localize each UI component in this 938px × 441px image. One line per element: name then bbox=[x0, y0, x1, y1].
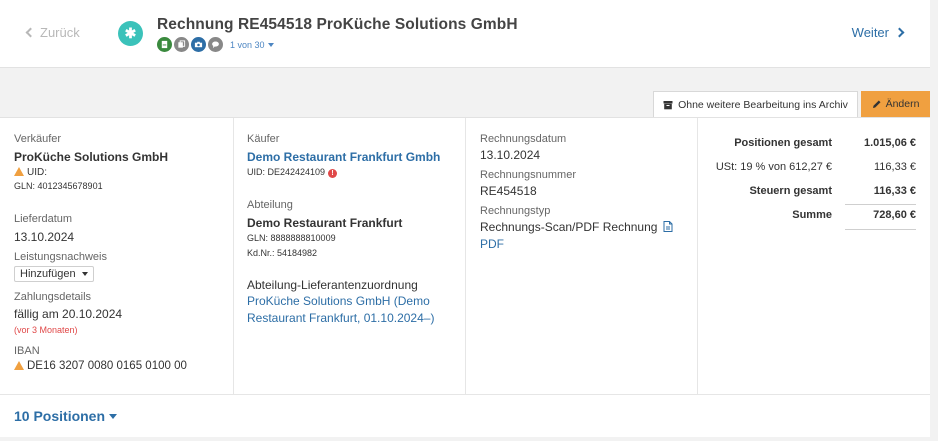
positions-total-row: Positionen gesamt 1.015,06 € bbox=[734, 137, 916, 149]
back-button[interactable]: Zurück bbox=[25, 25, 80, 40]
seller-name: ProKüche Solutions GmbH bbox=[14, 150, 169, 164]
vat-row: USt: 19 % von 612,27 € 116,33 € bbox=[716, 161, 916, 173]
header-bar: Zurück ✱ Rechnung RE454518 ProKüche Solu… bbox=[0, 0, 930, 68]
department-gln: GLN: 8888888810009 bbox=[247, 233, 336, 243]
assignment-label: Abteilung-Lieferantenzuordnung bbox=[247, 278, 418, 292]
invoice-number-label: Rechnungsnummer bbox=[480, 169, 576, 181]
tax-total-label: Steuern gesamt bbox=[749, 185, 832, 197]
sum-row: Summe 728,60 € bbox=[792, 209, 916, 221]
next-label: Weiter bbox=[851, 25, 889, 40]
delivery-date-label: Lieferdatum bbox=[14, 213, 73, 225]
invoice-date: 13.10.2024 bbox=[480, 148, 541, 162]
caret-down-icon bbox=[267, 42, 274, 47]
logo-icon: ✱ bbox=[118, 21, 143, 46]
totals-column: Positionen gesamt 1.015,06 € USt: 19 % v… bbox=[698, 118, 930, 394]
tax-total-value: 116,33 € bbox=[873, 185, 916, 197]
invoice-date-label: Rechnungsdatum bbox=[480, 133, 567, 145]
chevron-left-icon bbox=[25, 27, 36, 38]
payment-label: Zahlungsdetails bbox=[14, 291, 92, 303]
archive-button[interactable]: Ohne weitere Bearbeitung ins Archiv bbox=[653, 91, 858, 117]
department-customer-no: Kd.Nr.: 54184982 bbox=[247, 248, 318, 258]
warning-icon bbox=[14, 167, 24, 176]
page-title: Rechnung RE454518 ProKüche Solutions Gmb… bbox=[157, 16, 518, 33]
delivery-date: 13.10.2024 bbox=[14, 230, 75, 244]
iban-label: IBAN bbox=[14, 345, 40, 357]
positions-toggle[interactable]: 10 Positionen bbox=[14, 408, 118, 424]
buyer-name-link[interactable]: Demo Restaurant Frankfurt Gmbh bbox=[247, 150, 440, 164]
archive-icon bbox=[663, 100, 673, 109]
copy-badge-icon[interactable] bbox=[174, 37, 189, 52]
sum-divider-bottom bbox=[845, 229, 916, 230]
invoice-type-label: Rechnungstyp bbox=[480, 205, 551, 217]
vat-value: 116,33 € bbox=[873, 161, 916, 173]
pdf-link[interactable]: PDF bbox=[480, 237, 504, 251]
chevron-right-icon bbox=[894, 27, 905, 38]
caret-down-icon bbox=[81, 272, 88, 276]
warning-icon bbox=[14, 361, 24, 370]
seller-column: Verkäufer ProKüche Solutions GmbH UID: G… bbox=[0, 118, 234, 394]
invoice-details-panel: Verkäufer ProKüche Solutions GmbH UID: G… bbox=[0, 117, 930, 437]
invoice-meta-column: Rechnungsdatum 13.10.2024 Rechnungsnumme… bbox=[466, 118, 698, 394]
assignment-link-line2[interactable]: Restaurant Frankfurt, 01.10.2024–) bbox=[247, 311, 434, 325]
department-name: Demo Restaurant Frankfurt bbox=[247, 216, 403, 230]
next-button[interactable]: Weiter bbox=[851, 25, 905, 40]
payment-due: fällig am 20.10.2024 bbox=[14, 307, 123, 321]
archive-label: Ohne weitere Bearbeitung ins Archiv bbox=[678, 98, 848, 111]
buyer-column: Käufer Demo Restaurant Frankfurt Gmbh UI… bbox=[234, 118, 466, 394]
proof-select[interactable]: Hinzufügen bbox=[14, 266, 94, 282]
edit-button[interactable]: Ändern bbox=[861, 91, 930, 117]
caret-down-icon bbox=[109, 413, 118, 419]
payment-overdue: (vor 3 Monaten) bbox=[14, 325, 78, 335]
sum-label: Summe bbox=[792, 209, 832, 221]
comment-badge-icon[interactable] bbox=[208, 37, 223, 52]
seller-gln: GLN: 4012345678901 bbox=[14, 181, 103, 191]
pencil-icon bbox=[872, 100, 881, 108]
buyer-uid: UID: DE242424109! bbox=[247, 167, 338, 178]
positions-total-value: 1.015,06 € bbox=[864, 137, 916, 149]
proof-label: Leistungsnachweis bbox=[14, 251, 107, 263]
error-icon: ! bbox=[328, 169, 338, 178]
positions-toggle-label: 10 Positionen bbox=[14, 408, 106, 424]
tax-total-row: Steuern gesamt 116,33 € bbox=[749, 185, 916, 197]
iban: DE16 3207 0080 0165 0100 00 bbox=[14, 360, 187, 372]
status-badges: 1 von 30 bbox=[157, 37, 274, 52]
seller-uid: UID: bbox=[14, 167, 47, 178]
assignment-link-line1[interactable]: ProKüche Solutions GmbH (Demo bbox=[247, 294, 430, 308]
invoice-type: Rechnungs-Scan/PDF Rechnung bbox=[480, 220, 673, 234]
department-label: Abteilung bbox=[247, 199, 293, 211]
pager-dropdown[interactable]: 1 von 30 bbox=[230, 40, 274, 50]
buyer-label: Käufer bbox=[247, 133, 280, 145]
sum-value: 728,60 € bbox=[873, 209, 916, 221]
pdf-icon[interactable] bbox=[663, 221, 673, 232]
sum-divider-top bbox=[845, 204, 916, 205]
positions-footer: 10 Positionen bbox=[0, 394, 930, 438]
proof-select-value: Hinzufügen bbox=[20, 268, 76, 280]
camera-badge-icon[interactable] bbox=[191, 37, 206, 52]
document-badge-icon[interactable] bbox=[157, 37, 172, 52]
pager-label: 1 von 30 bbox=[230, 39, 265, 50]
seller-label: Verkäufer bbox=[14, 133, 62, 145]
back-label: Zurück bbox=[40, 25, 80, 40]
invoice-number: RE454518 bbox=[480, 184, 537, 198]
vat-label: USt: 19 % von 612,27 € bbox=[715, 161, 832, 173]
edit-label: Ändern bbox=[885, 98, 920, 110]
positions-total-label: Positionen gesamt bbox=[734, 137, 832, 149]
